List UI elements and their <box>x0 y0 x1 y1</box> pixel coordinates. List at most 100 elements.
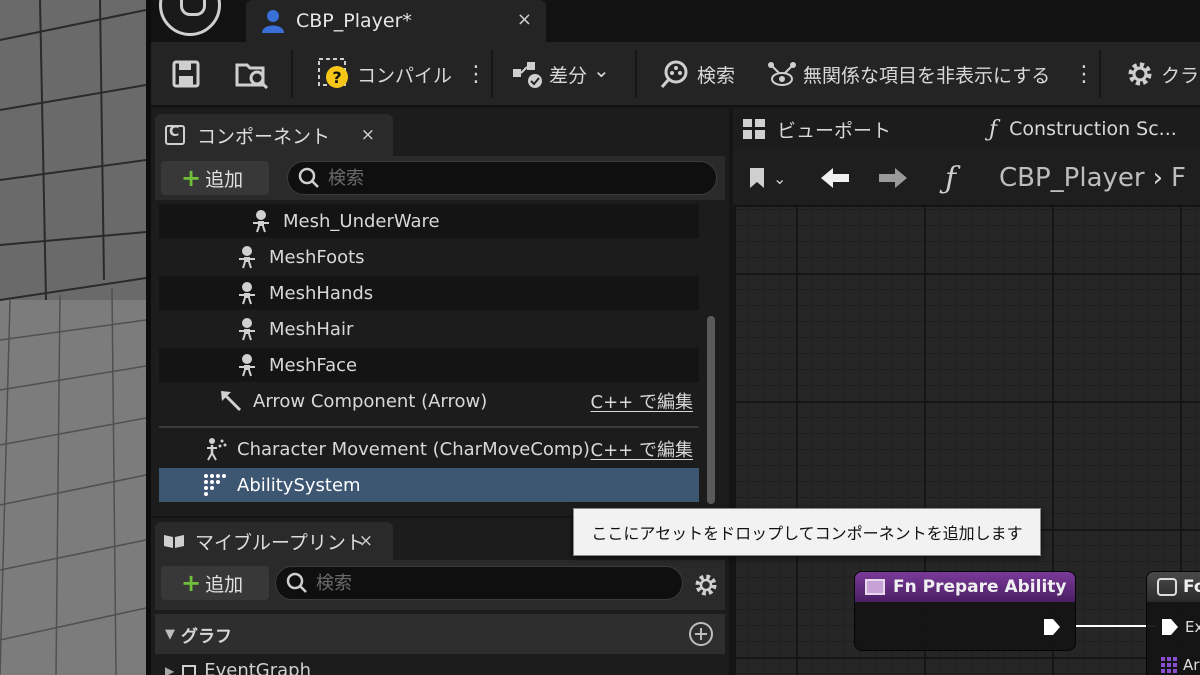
gear-icon <box>1128 62 1152 86</box>
toolbar-separator <box>635 50 637 98</box>
my-blueprint-search-input[interactable] <box>316 572 641 594</box>
tree-item-ability-system[interactable]: AbilitySystem <box>159 468 699 502</box>
edit-in-cpp-link[interactable]: C++ で編集 <box>591 388 693 414</box>
exec-output-pin-icon[interactable] <box>1043 618 1061 636</box>
hide-unrelated-button[interactable]: 無関係な項目を非表示にする <box>765 42 1050 106</box>
chevron-down-icon: ⌄ <box>593 58 610 82</box>
back-button[interactable] <box>819 150 851 206</box>
save-icon <box>172 60 200 88</box>
tab-construction-script[interactable]: ƒ Construction Sc... <box>989 108 1177 150</box>
skeletal-mesh-icon <box>239 246 255 269</box>
compile-button[interactable]: ? コンパイル <box>317 42 452 106</box>
plus-icon: + <box>181 569 202 597</box>
bookmark-dropdown[interactable]: ⌄ <box>747 150 786 206</box>
drop-asset-tooltip: ここにアセットをドロップしてコンポーネントを追加します <box>573 508 1041 556</box>
components-tab-label: コンポーネント <box>197 125 331 148</box>
node-fn-prepare-ability[interactable]: Fn Prepare Ability <box>854 571 1076 651</box>
breadcrumb-root[interactable]: CBP_Player <box>999 163 1145 193</box>
unreal-logo-icon[interactable] <box>159 0 221 36</box>
chevron-down-icon: ⌄ <box>773 168 787 188</box>
pin-label: Ex <box>1185 618 1200 636</box>
node-offscreen[interactable]: Fo Ex Ar <box>1146 571 1200 675</box>
tree-item-meshfoots[interactable]: MeshFoots <box>159 240 699 274</box>
class-settings-button[interactable]: クラ <box>1125 42 1199 106</box>
bookmark-icon <box>750 168 764 188</box>
find-button[interactable]: 検索 <box>659 42 735 106</box>
tree-item-meshhands[interactable]: MeshHands <box>159 276 699 310</box>
edit-in-cpp-link[interactable]: C++ で編集 <box>591 436 693 462</box>
function-icon: ƒ <box>945 160 957 196</box>
graphs-section-header[interactable]: ▼ グラフ <box>155 614 725 654</box>
diff-label: 差分 <box>549 64 588 87</box>
components-search[interactable] <box>287 161 717 195</box>
close-icon[interactable]: × <box>359 531 373 551</box>
hide-unrelated-icon <box>768 62 796 86</box>
exec-input-pin[interactable]: Ex <box>1161 618 1200 636</box>
tab-my-blueprint[interactable]: マイブループリント × <box>155 522 393 560</box>
toolbar-separator <box>291 50 293 98</box>
viewport-tab-label: ビューポート <box>777 119 892 142</box>
components-panel: コンポーネント × + 追加 Mesh_UnderWare <box>151 108 729 516</box>
close-icon[interactable]: × <box>361 125 375 145</box>
expand-triangle-icon: ▶ <box>165 663 175 675</box>
components-search-input[interactable] <box>328 167 671 189</box>
svg-text:?: ? <box>332 68 341 87</box>
tab-cbp-player[interactable]: CBP_Player* × <box>246 0 546 42</box>
graph-canvas[interactable]: Fn Prepare Ability Fo Ex Ar <box>736 207 1200 675</box>
my-blueprint-search[interactable] <box>275 566 683 600</box>
compile-options-kebab[interactable]: ⋮ <box>465 42 487 106</box>
compile-label: コンパイル <box>357 64 453 87</box>
toolbar-separator <box>491 50 493 98</box>
collapse-triangle-icon: ▼ <box>165 626 175 642</box>
arrow-right-icon <box>879 168 907 188</box>
tab-close-icon[interactable]: × <box>517 9 532 30</box>
hide-unrelated-label: 無関係な項目を非表示にする <box>803 64 1051 87</box>
my-blueprint-toolbar: + 追加 <box>155 560 725 610</box>
tab-viewport[interactable]: ビューポート <box>743 108 891 150</box>
tree-item-meshhair[interactable]: MeshHair <box>159 312 699 346</box>
tree-item-label: Mesh_UnderWare <box>283 210 440 232</box>
kebab-icon: ⋮ <box>1073 61 1095 87</box>
search-icon <box>286 572 307 593</box>
pin-label: Ar <box>1183 656 1200 674</box>
skeletal-mesh-icon <box>253 210 269 233</box>
exec-input-pin-icon <box>1162 619 1178 635</box>
save-button[interactable] <box>171 42 201 106</box>
blueprint-toolbar: ? コンパイル ⋮ 差分 ⌄ 検索 無関係な項目を非表示にする ⋮ クラ <box>151 42 1200 106</box>
node-header: Fo <box>1147 572 1200 602</box>
toolbar-separator <box>1099 50 1101 98</box>
character-movement-icon <box>207 438 227 461</box>
tab-components[interactable]: コンポーネント × <box>155 114 393 156</box>
add-component-button[interactable]: + 追加 <box>161 161 269 195</box>
array-input-pin[interactable]: Ar <box>1161 656 1199 674</box>
tree-item-label: AbilitySystem <box>237 474 361 496</box>
node-title: Fn Prepare Ability <box>893 577 1067 597</box>
components-icon <box>165 124 185 145</box>
breadcrumb-next[interactable]: F <box>1171 163 1186 193</box>
editor-tabs: ビューポート ƒ Construction Sc... <box>733 108 1200 150</box>
graph-item-label: EventGraph <box>204 660 312 675</box>
diff-button[interactable]: 差分 ⌄ <box>511 42 610 106</box>
add-member-button[interactable]: + 追加 <box>161 566 269 600</box>
browse-button[interactable] <box>235 42 269 106</box>
tree-divider <box>159 426 699 428</box>
add-label: 追加 <box>205 168 244 191</box>
tree-item-label: Arrow Component (Arrow) <box>253 390 488 412</box>
find-icon <box>660 60 688 88</box>
book-icon <box>164 535 184 548</box>
tree-item-character-movement[interactable]: Character Movement (CharMoveComp) C++ で編… <box>159 432 699 466</box>
gear-icon[interactable] <box>693 572 719 598</box>
components-scrollbar[interactable] <box>707 316 715 504</box>
search-icon <box>298 167 319 188</box>
tree-item-mesh-underware[interactable]: Mesh_UnderWare <box>159 204 699 238</box>
tree-item-arrow-component[interactable]: Arrow Component (Arrow) C++ で編集 <box>159 384 699 418</box>
plus-icon: + <box>181 164 202 192</box>
add-graph-icon[interactable] <box>689 622 713 646</box>
graph-item-eventgraph[interactable]: ▶ EventGraph <box>165 660 311 675</box>
tree-item-label: MeshFace <box>269 354 358 376</box>
ability-system-icon <box>204 474 226 496</box>
hide-unrelated-options-kebab[interactable]: ⋮ <box>1073 42 1095 106</box>
tree-item-meshface[interactable]: MeshFace <box>159 348 699 382</box>
forward-button[interactable] <box>877 150 909 206</box>
blueprint-character-icon <box>262 10 284 33</box>
